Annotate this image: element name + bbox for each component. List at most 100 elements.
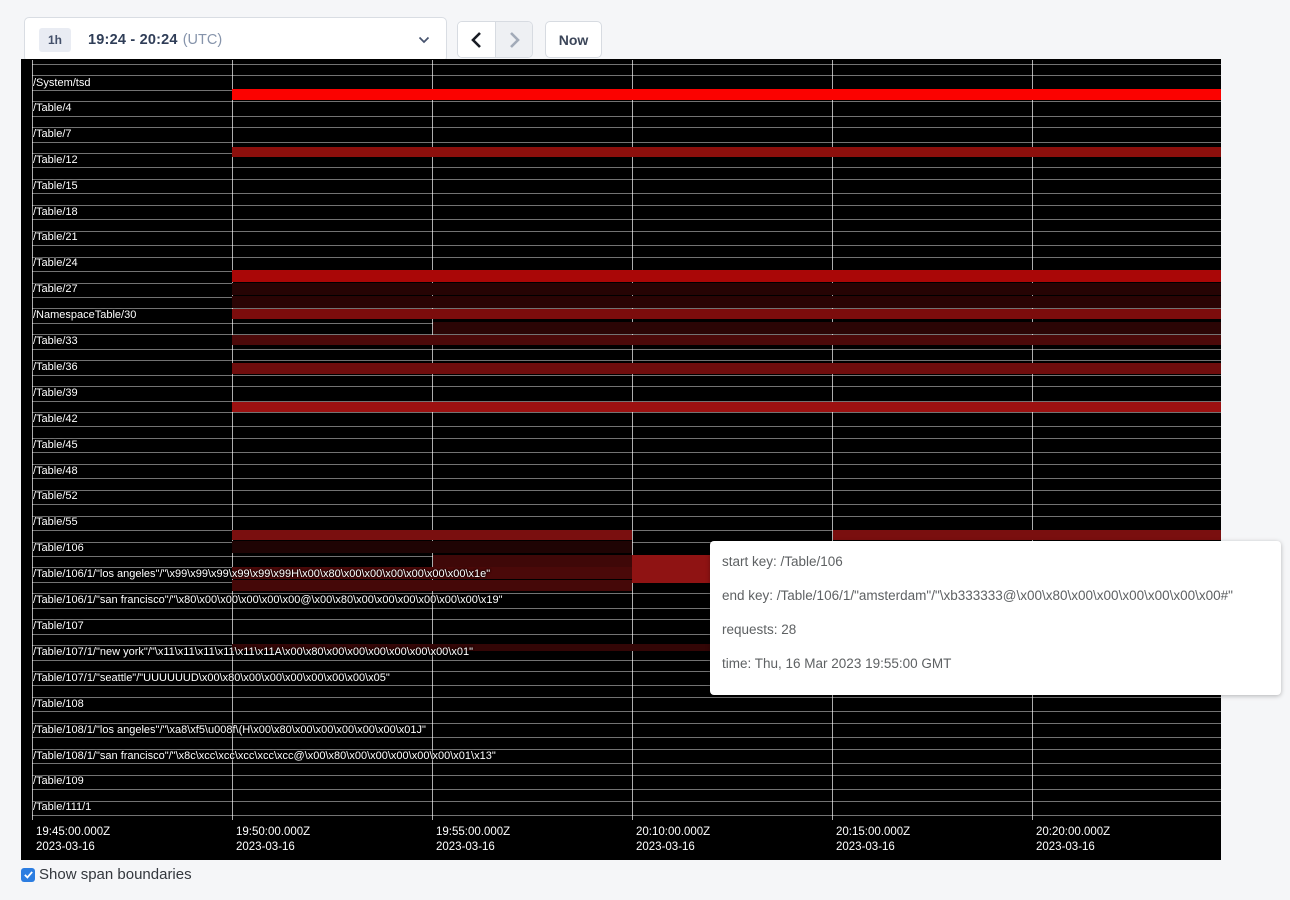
row-label: /Table/52 [33, 490, 78, 503]
grid-line-h [32, 426, 1221, 427]
next-range-button[interactable] [495, 22, 532, 57]
row-label: /Table/109 [33, 775, 84, 788]
heat-cell[interactable] [433, 555, 632, 567]
time-tick: 19:45:00.000Z2023-03-16 [36, 825, 110, 855]
heat-cell[interactable] [232, 309, 1221, 319]
row-label: /Table/107/1/"seattle"/"UUUUUUD\x00\x80\… [33, 672, 390, 685]
grid-line-h [32, 101, 1221, 102]
row-label: /Table/106 [33, 542, 84, 555]
grid-line-h [32, 789, 1221, 790]
grid-line-h [32, 490, 1221, 491]
tick-date: 2023-03-16 [236, 840, 310, 855]
grid-line-h [32, 711, 1221, 712]
row-label: /Table/15 [33, 180, 78, 193]
grid-line-h [32, 775, 1221, 776]
row-label: /Table/33 [33, 335, 78, 348]
time-range-select[interactable]: 1h 19:24 - 20:24 (UTC) [24, 17, 447, 62]
row-label: /Table/107/1/"new york"/"\x11\x11\x11\x1… [33, 646, 473, 659]
row-label: /NamespaceTable/30 [33, 309, 136, 322]
heat-cell[interactable] [433, 322, 1221, 334]
grid-line-v [832, 60, 833, 820]
row-label: /Table/18 [33, 206, 78, 219]
grid-line-v [432, 60, 433, 820]
row-label: /Table/42 [33, 413, 78, 426]
row-label: /Table/111/1 [33, 801, 91, 814]
check-icon [23, 869, 34, 880]
grid-line-h [32, 801, 1221, 802]
tick-time: 20:15:00.000Z [836, 825, 910, 840]
row-label: /Table/108/1/"san francisco"/"\x8c\xcc\x… [33, 750, 496, 763]
time-tick: 20:20:00.000Z2023-03-16 [1036, 825, 1110, 855]
time-tick: 20:10:00.000Z2023-03-16 [636, 825, 710, 855]
time-tick: 19:55:00.000Z2023-03-16 [436, 825, 510, 855]
tick-time: 20:10:00.000Z [636, 825, 710, 840]
footer-controls: Show span boundaries [21, 866, 192, 883]
range-label: 19:24 - 20:24 [88, 32, 178, 48]
heat-cell[interactable] [232, 89, 1221, 100]
tick-date: 2023-03-16 [36, 840, 110, 855]
heat-cell[interactable] [232, 283, 1221, 295]
heat-cell[interactable] [232, 363, 1221, 374]
heat-cell[interactable] [833, 530, 1221, 540]
row-label: /Table/106/1/"san francisco"/"\x80\x00\x… [33, 594, 503, 607]
grid-line-v [1032, 60, 1033, 820]
chevron-right-icon [506, 31, 522, 49]
row-label: /Table/7 [33, 128, 72, 141]
tooltip-end-key: end key: /Table/106/1/"amsterdam"/"\xb33… [722, 579, 1269, 613]
row-label: /Table/108 [33, 698, 84, 711]
row-label: /System/tsd [33, 77, 90, 90]
grid-line-h [32, 219, 1221, 220]
grid-line-h [32, 116, 1221, 117]
hover-tooltip: start key: /Table/106 end key: /Table/10… [710, 541, 1281, 695]
grid-line-h [32, 64, 1221, 65]
now-button[interactable]: Now [545, 21, 602, 58]
prev-range-button[interactable] [458, 22, 495, 57]
tooltip-time: time: Thu, 16 Mar 2023 19:55:00 GMT [722, 647, 1269, 681]
tick-date: 2023-03-16 [436, 840, 510, 855]
heat-cell[interactable] [632, 555, 716, 583]
tick-time: 19:55:00.000Z [436, 825, 510, 840]
grid-line-h [32, 167, 1221, 168]
row-label: /Table/12 [33, 154, 78, 167]
tick-date: 2023-03-16 [1036, 840, 1110, 855]
chevron-left-icon [469, 31, 485, 49]
grid-line-h [32, 127, 1221, 128]
heat-cell[interactable] [232, 402, 1221, 412]
grid-line-h [32, 205, 1221, 206]
range-utc-suffix: (UTC) [183, 32, 222, 48]
grid-line-h [32, 257, 1221, 258]
heat-cell[interactable] [232, 147, 1221, 157]
heat-cell[interactable] [232, 270, 1221, 282]
show-span-boundaries-label: Show span boundaries [39, 866, 192, 883]
tick-date: 2023-03-16 [836, 840, 910, 855]
key-visualizer-page: 1h 19:24 - 20:24 (UTC) Now /System/tsd/T… [0, 0, 1290, 900]
grid-line-h [32, 349, 1221, 350]
show-span-boundaries-checkbox[interactable] [21, 868, 35, 882]
chevron-down-icon [418, 36, 430, 44]
grid-line-h [32, 75, 1221, 76]
heat-cell[interactable] [232, 335, 1221, 345]
grid-line-h [32, 815, 1221, 816]
grid-line-h [32, 438, 1221, 439]
key-visualizer-canvas[interactable]: /System/tsd/Table/4/Table/7/Table/12/Tab… [21, 59, 1221, 860]
tooltip-requests: requests: 28 [722, 613, 1269, 647]
grid-line-h [32, 452, 1221, 453]
row-label: /Table/36 [33, 361, 78, 374]
grid-line-h [32, 763, 1221, 764]
tick-time: 19:45:00.000Z [36, 825, 110, 840]
grid-line-h [32, 516, 1221, 517]
grid-line-h [32, 504, 1221, 505]
grid-line-h [32, 412, 1221, 413]
grid-line-h [32, 737, 1221, 738]
row-label: /Table/45 [33, 439, 78, 452]
heat-cell[interactable] [232, 541, 632, 553]
grid-line-h [32, 386, 1221, 387]
grid-line-h [32, 375, 1221, 376]
heat-cell[interactable] [232, 580, 632, 591]
grid-line-h [32, 697, 1221, 698]
grid-line-v [232, 60, 233, 820]
heat-cell[interactable] [232, 296, 1221, 308]
time-tick: 20:15:00.000Z2023-03-16 [836, 825, 910, 855]
row-label: /Table/27 [33, 283, 78, 296]
heat-cell[interactable] [232, 530, 632, 540]
